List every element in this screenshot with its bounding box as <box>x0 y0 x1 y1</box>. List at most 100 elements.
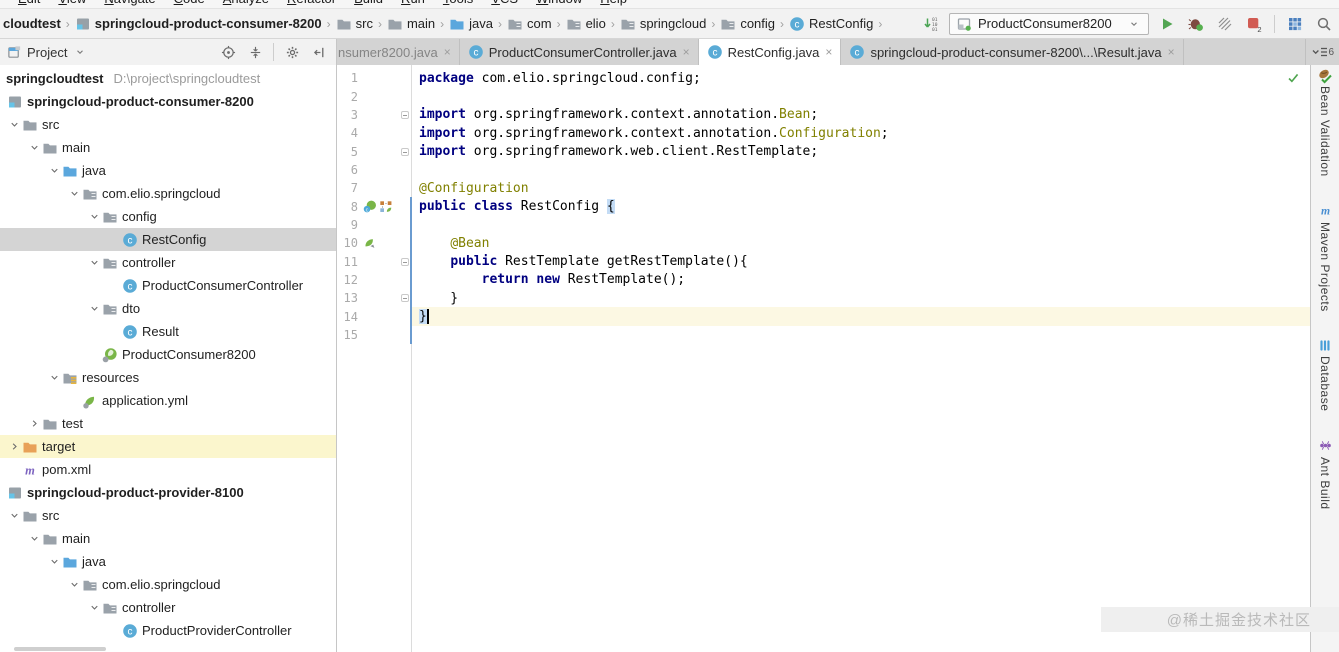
chevron-right-icon[interactable] <box>8 441 21 452</box>
menu-view[interactable]: View <box>51 0 93 8</box>
grid-tool-button[interactable] <box>1284 13 1306 35</box>
code-line[interactable]: 1 package com.elio.springcloud.config; <box>337 69 1310 87</box>
hide-panel-button[interactable] <box>308 41 330 63</box>
close-tab-icon[interactable]: × <box>683 45 690 59</box>
tree-row[interactable]: com.elio.springcloud <box>0 182 336 205</box>
tree-row[interactable]: controller <box>0 251 336 274</box>
tree-row[interactable]: target <box>0 435 336 458</box>
chevron-down-icon[interactable] <box>28 533 41 544</box>
chevron-down-icon[interactable] <box>88 303 101 314</box>
breadcrumb-item[interactable]: src <box>335 15 374 33</box>
chevron-down-icon[interactable] <box>72 44 88 60</box>
code-line[interactable]: 5 import org.springframework.web.client.R… <box>337 142 1310 160</box>
code-line[interactable]: 13 } <box>337 289 1310 307</box>
horizontal-scrollbar[interactable] <box>14 647 106 651</box>
tree-row[interactable]: application.yml <box>0 389 336 412</box>
tree-row[interactable]: m pom.xml <box>0 458 336 481</box>
breadcrumb-item[interactable]: elio <box>565 15 607 33</box>
tool-window-tab-maven-projects[interactable]: m Maven Projects <box>1317 203 1333 312</box>
tree-row[interactable]: com.elio.springcloud <box>0 573 336 596</box>
editor-tab[interactable]: c RestConfig.java × <box>698 39 842 65</box>
code-line[interactable]: 7 @Configuration <box>337 179 1310 197</box>
code-line[interactable]: 11 public RestTemplate getRestTemplate()… <box>337 252 1310 270</box>
chevron-down-icon[interactable] <box>68 188 81 199</box>
menu-refactor[interactable]: Refactor <box>280 0 343 8</box>
tree-row[interactable]: java <box>0 550 336 573</box>
menu-build[interactable]: Build <box>347 0 390 8</box>
run-configuration-select[interactable]: ProductConsumer8200 <box>949 12 1149 35</box>
menu-edit[interactable]: Edit <box>11 0 47 8</box>
search-everywhere-button[interactable] <box>1313 13 1335 35</box>
chevron-down-icon[interactable] <box>88 211 101 222</box>
chevron-down-icon[interactable] <box>48 556 61 567</box>
chevron-right-icon[interactable] <box>28 418 41 429</box>
code-line[interactable]: 15 <box>337 326 1310 344</box>
coverage-button[interactable] <box>1214 13 1236 35</box>
tree-row[interactable]: c Result <box>0 320 336 343</box>
code-line[interactable]: 4 import org.springframework.context.anno… <box>337 124 1310 142</box>
fold-marker-icon[interactable] <box>400 294 409 303</box>
fold-marker-icon[interactable] <box>400 110 409 119</box>
fold-marker-icon[interactable] <box>400 257 409 266</box>
collapse-all-button[interactable] <box>244 41 266 63</box>
breadcrumb-item[interactable]: cloudtest <box>2 15 62 32</box>
code-line[interactable]: 12 return new RestTemplate(); <box>337 271 1310 289</box>
stop-button[interactable]: 2 <box>1243 13 1265 35</box>
close-tab-icon[interactable]: × <box>1168 45 1175 59</box>
menu-analyze[interactable]: Analyze <box>216 0 276 8</box>
code-line[interactable]: 6 <box>337 161 1310 179</box>
breadcrumb-item[interactable]: springcloud <box>619 15 708 33</box>
menu-file[interactable]: File <box>0 0 7 8</box>
chevron-down-icon[interactable] <box>8 510 21 521</box>
menu-window[interactable]: Window <box>529 0 589 8</box>
chevron-down-icon[interactable] <box>48 372 61 383</box>
spring-config-icon[interactable]: c <box>363 200 377 214</box>
project-panel-title[interactable]: Project <box>27 45 67 60</box>
editor-tab[interactable]: c springcloud-product-consumer-8200\...\R… <box>841 39 1184 65</box>
hidden-tabs-button[interactable]: 6 <box>1305 39 1339 65</box>
menu-navigate[interactable]: Navigate <box>97 0 162 8</box>
chevron-down-icon[interactable] <box>8 119 21 130</box>
menu-help[interactable]: Help <box>593 0 634 8</box>
breadcrumb-item[interactable]: springcloud-product-consumer-8200 <box>74 15 323 33</box>
breadcrumb-item[interactable]: c RestConfig <box>788 15 874 33</box>
tree-row[interactable]: java <box>0 159 336 182</box>
tree-row[interactable]: test <box>0 412 336 435</box>
code-editor[interactable]: 1 package com.elio.springcloud.config; 2 3 i… <box>337 65 1310 652</box>
code-line[interactable]: 2 <box>337 87 1310 105</box>
tree-row[interactable]: main <box>0 136 336 159</box>
code-line[interactable]: 10 @Bean <box>337 234 1310 252</box>
code-line[interactable]: 8 c public class RestConfig { <box>337 197 1310 215</box>
tree-row[interactable]: c ProductProviderController <box>0 619 336 642</box>
breadcrumb-item[interactable]: config <box>719 15 776 33</box>
tree-row[interactable]: src <box>0 113 336 136</box>
tree-row[interactable]: resources <box>0 366 336 389</box>
chevron-down-icon[interactable] <box>88 257 101 268</box>
menu-run[interactable]: Run <box>394 0 432 8</box>
menu-vcs[interactable]: VCS <box>484 0 525 8</box>
tree-row[interactable]: springcloud-product-provider-8100 <box>0 481 336 504</box>
tool-window-tab-ant-build[interactable]: Ant Build <box>1317 438 1333 509</box>
code-line[interactable]: 14} <box>337 307 1310 326</box>
tree-row[interactable]: dto <box>0 297 336 320</box>
chevron-down-icon[interactable] <box>48 165 61 176</box>
debug-button[interactable] <box>1185 13 1207 35</box>
fold-marker-icon[interactable] <box>400 147 409 156</box>
panel-settings-button[interactable] <box>281 41 303 63</box>
code-line[interactable]: 3 import org.springframework.context.anno… <box>337 106 1310 124</box>
tree-row[interactable]: config <box>0 205 336 228</box>
breadcrumb-item[interactable]: java <box>448 15 494 33</box>
tree-row[interactable]: ProductConsumer8200 <box>0 343 336 366</box>
locate-file-button[interactable] <box>217 41 239 63</box>
breadcrumb-item[interactable]: main <box>386 15 436 33</box>
spring-bean-icon[interactable] <box>363 236 377 250</box>
editor-tab[interactable]: c ProductConsumerController.java × <box>460 39 699 65</box>
menu-code[interactable]: Code <box>167 0 212 8</box>
tree-row[interactable]: c RestConfig <box>0 228 336 251</box>
spring-beans-icon[interactable] <box>379 200 393 214</box>
menu-tools[interactable]: Tools <box>436 0 480 8</box>
tree-row[interactable]: src <box>0 504 336 527</box>
tree-row[interactable]: controller <box>0 596 336 619</box>
close-tab-icon[interactable]: × <box>825 45 832 59</box>
chevron-down-icon[interactable] <box>88 602 101 613</box>
